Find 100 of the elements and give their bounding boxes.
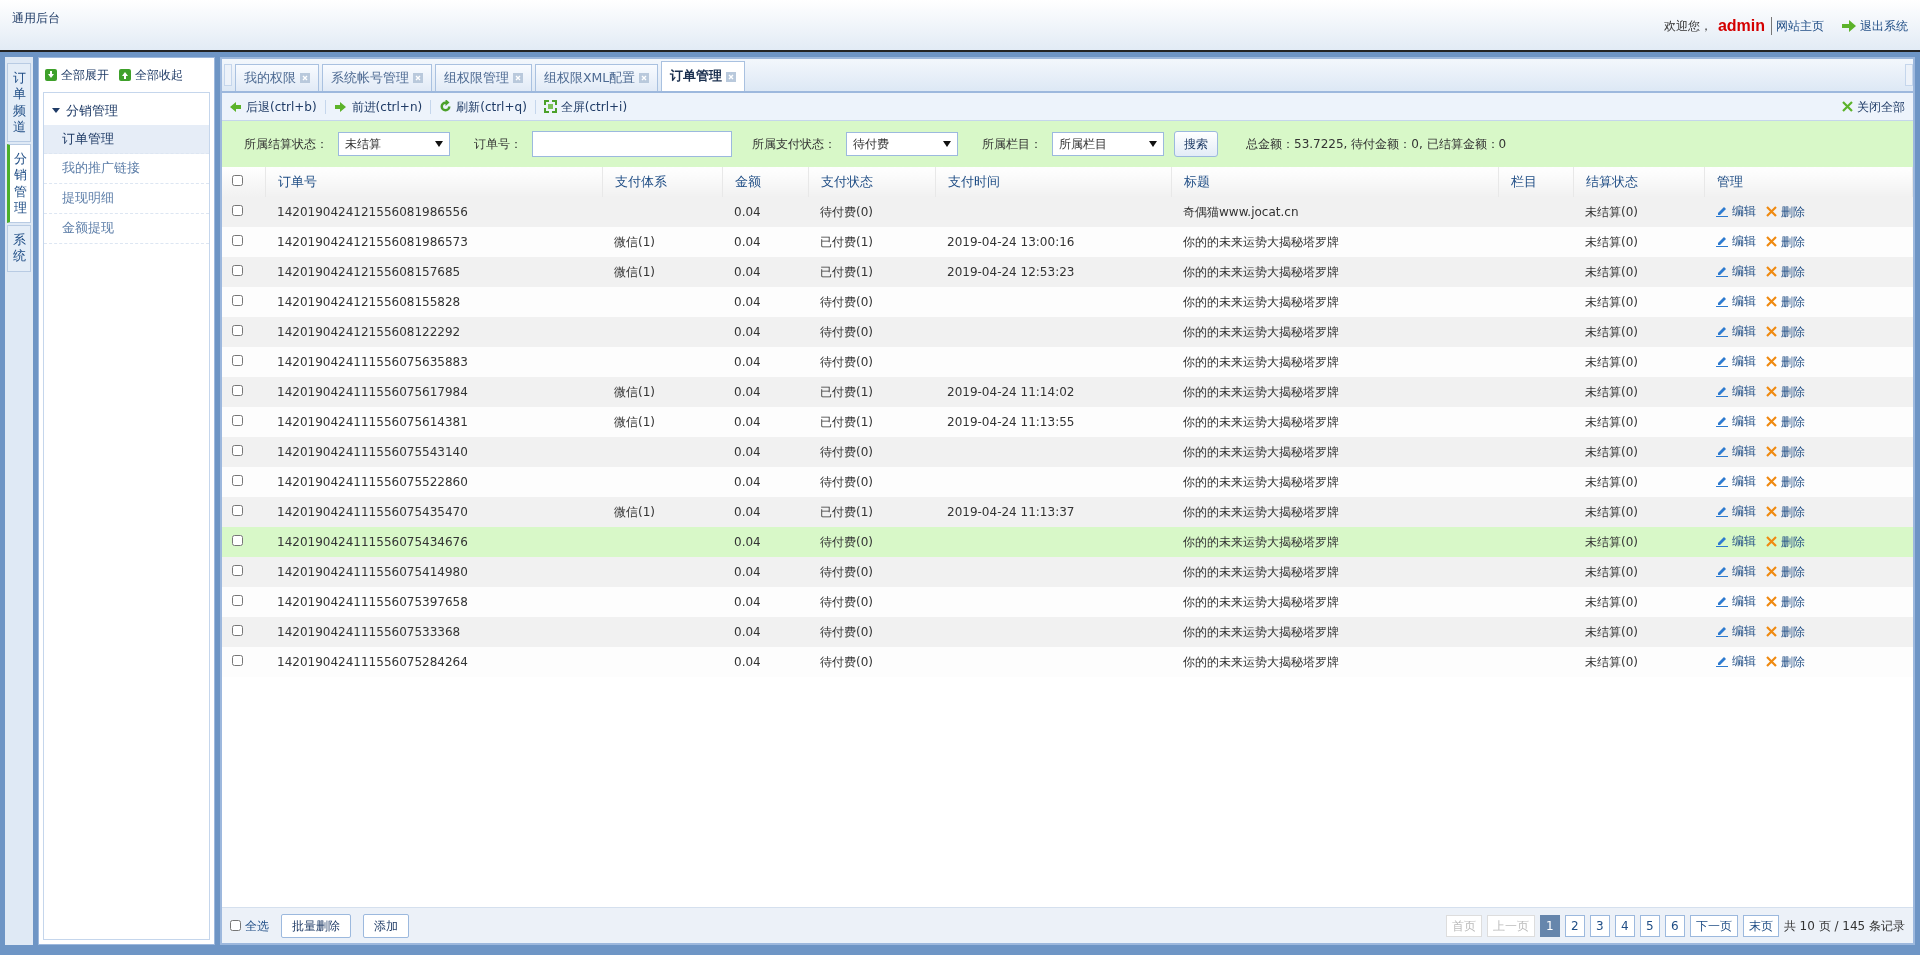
- edit-link[interactable]: 编辑: [1716, 382, 1756, 400]
- table-cell: 1420190424111556075397658: [277, 595, 468, 609]
- edit-link[interactable]: 编辑: [1716, 412, 1756, 430]
- row-checkbox[interactable]: [232, 265, 243, 276]
- app-title: 通用后台: [12, 10, 60, 27]
- delete-link[interactable]: 删除: [1766, 292, 1805, 311]
- close-all-button[interactable]: 关闭全部: [1842, 97, 1905, 116]
- row-checkbox[interactable]: [232, 325, 243, 336]
- tab[interactable]: 组权限XML配置: [535, 64, 659, 91]
- search-button[interactable]: 搜索: [1174, 131, 1218, 157]
- row-checkbox[interactable]: [232, 295, 243, 306]
- tree-item[interactable]: 金额提现: [44, 213, 209, 244]
- delete-link[interactable]: 删除: [1766, 562, 1805, 581]
- edit-link[interactable]: 编辑: [1716, 502, 1756, 520]
- row-checkbox[interactable]: [232, 535, 243, 546]
- page-button[interactable]: 下一页: [1689, 914, 1738, 937]
- table-cell: 待付费(0): [820, 295, 873, 309]
- row-checkbox[interactable]: [232, 205, 243, 216]
- row-checkbox[interactable]: [232, 625, 243, 636]
- table-cell: 未结算(0): [1585, 415, 1638, 429]
- footer-button[interactable]: 添加: [363, 913, 409, 938]
- edit-link[interactable]: 编辑: [1716, 202, 1756, 220]
- page-button[interactable]: 末页: [1742, 914, 1779, 937]
- footer-button[interactable]: 批量删除: [281, 913, 351, 938]
- row-checkbox[interactable]: [232, 445, 243, 456]
- side-tab[interactable]: 系统: [7, 225, 31, 272]
- page-button[interactable]: 6: [1664, 914, 1685, 937]
- row-checkbox[interactable]: [232, 415, 243, 426]
- delete-link[interactable]: 删除: [1766, 652, 1805, 671]
- edit-link[interactable]: 编辑: [1716, 352, 1756, 370]
- row-checkbox[interactable]: [232, 565, 243, 576]
- delete-link[interactable]: 删除: [1766, 232, 1805, 251]
- delete-link[interactable]: 删除: [1766, 592, 1805, 611]
- edit-link[interactable]: 编辑: [1716, 472, 1756, 490]
- edit-link[interactable]: 编辑: [1716, 532, 1756, 550]
- select-all-checkbox[interactable]: [230, 919, 241, 932]
- select-all-checkbox[interactable]: [232, 174, 243, 186]
- toolbar-button[interactable]: 前进(ctrl+n): [333, 97, 423, 116]
- edit-link[interactable]: 编辑: [1716, 592, 1756, 610]
- row-checkbox[interactable]: [232, 235, 243, 246]
- tree-item[interactable]: 提现明细: [44, 184, 209, 214]
- delete-link[interactable]: 删除: [1766, 502, 1805, 521]
- page-button[interactable]: 3: [1589, 914, 1610, 937]
- toolbar-button[interactable]: 后退(ctrl+b): [230, 97, 317, 116]
- tree-group[interactable]: 分销管理: [44, 97, 209, 125]
- toolbar-button[interactable]: 刷新(ctrl+q): [439, 97, 527, 116]
- table-cell: 1420190424111556075414980: [277, 565, 468, 579]
- home-link[interactable]: 网站主页: [1771, 17, 1824, 35]
- delete-link[interactable]: 删除: [1766, 412, 1805, 431]
- edit-link[interactable]: 编辑: [1716, 562, 1756, 580]
- row-checkbox[interactable]: [232, 505, 243, 516]
- page-button[interactable]: 5: [1639, 914, 1660, 937]
- expand-icon: [45, 69, 57, 81]
- delete-link[interactable]: 删除: [1766, 442, 1805, 461]
- row-checkbox[interactable]: [232, 595, 243, 606]
- delete-link[interactable]: 删除: [1766, 382, 1805, 401]
- edit-link[interactable]: 编辑: [1716, 262, 1756, 280]
- dropdown[interactable]: 待付费: [846, 132, 958, 156]
- toolbar-button[interactable]: 全屏(ctrl+i): [543, 97, 628, 116]
- delete-link[interactable]: 删除: [1766, 322, 1805, 341]
- column-header: 标题: [1183, 173, 1210, 189]
- delete-link[interactable]: 删除: [1766, 352, 1805, 371]
- dropdown[interactable]: 未结算: [338, 132, 450, 156]
- pencil-icon: [1716, 235, 1728, 247]
- tab[interactable]: 系统帐号管理: [322, 64, 432, 91]
- delete-icon: [1766, 656, 1777, 667]
- edit-link[interactable]: 编辑: [1716, 232, 1756, 250]
- edit-link[interactable]: 编辑: [1716, 292, 1756, 310]
- expand-all-button[interactable]: 全部展开: [45, 66, 109, 84]
- delete-link[interactable]: 删除: [1766, 202, 1805, 221]
- row-checkbox[interactable]: [232, 475, 243, 486]
- tab[interactable]: 组权限管理: [435, 64, 532, 91]
- delete-link[interactable]: 删除: [1766, 622, 1805, 641]
- edit-link[interactable]: 编辑: [1716, 622, 1756, 640]
- edit-link[interactable]: 编辑: [1716, 322, 1756, 340]
- logout-link[interactable]: 退出系统: [1842, 17, 1908, 35]
- order-number-field[interactable]: [532, 131, 732, 157]
- side-tab[interactable]: 分销管理: [7, 144, 31, 223]
- row-checkbox[interactable]: [232, 355, 243, 366]
- table-cell: 已付费(1): [820, 265, 873, 279]
- delete-link[interactable]: 删除: [1766, 262, 1805, 281]
- delete-link[interactable]: 删除: [1766, 472, 1805, 491]
- tab[interactable]: 订单管理: [661, 61, 746, 91]
- collapse-all-button[interactable]: 全部收起: [119, 66, 183, 84]
- edit-link[interactable]: 编辑: [1716, 652, 1756, 670]
- tree-item[interactable]: 订单管理: [44, 124, 209, 155]
- tab[interactable]: 我的权限: [235, 64, 319, 91]
- page-button[interactable]: 4: [1614, 914, 1635, 937]
- page-button[interactable]: 1: [1539, 914, 1560, 937]
- tree-item[interactable]: 我的推广链接: [44, 154, 209, 184]
- side-tab[interactable]: 订单频道: [7, 63, 31, 142]
- column-header: 支付时间: [947, 173, 1000, 189]
- page-button[interactable]: 2: [1564, 914, 1585, 937]
- row-checkbox[interactable]: [232, 385, 243, 396]
- edit-link[interactable]: 编辑: [1716, 442, 1756, 460]
- table-cell: 待付费(0): [820, 355, 873, 369]
- row-checkbox[interactable]: [232, 655, 243, 666]
- collapse-icon: [119, 69, 131, 81]
- dropdown[interactable]: 所属栏目: [1052, 132, 1164, 156]
- delete-link[interactable]: 删除: [1766, 532, 1805, 551]
